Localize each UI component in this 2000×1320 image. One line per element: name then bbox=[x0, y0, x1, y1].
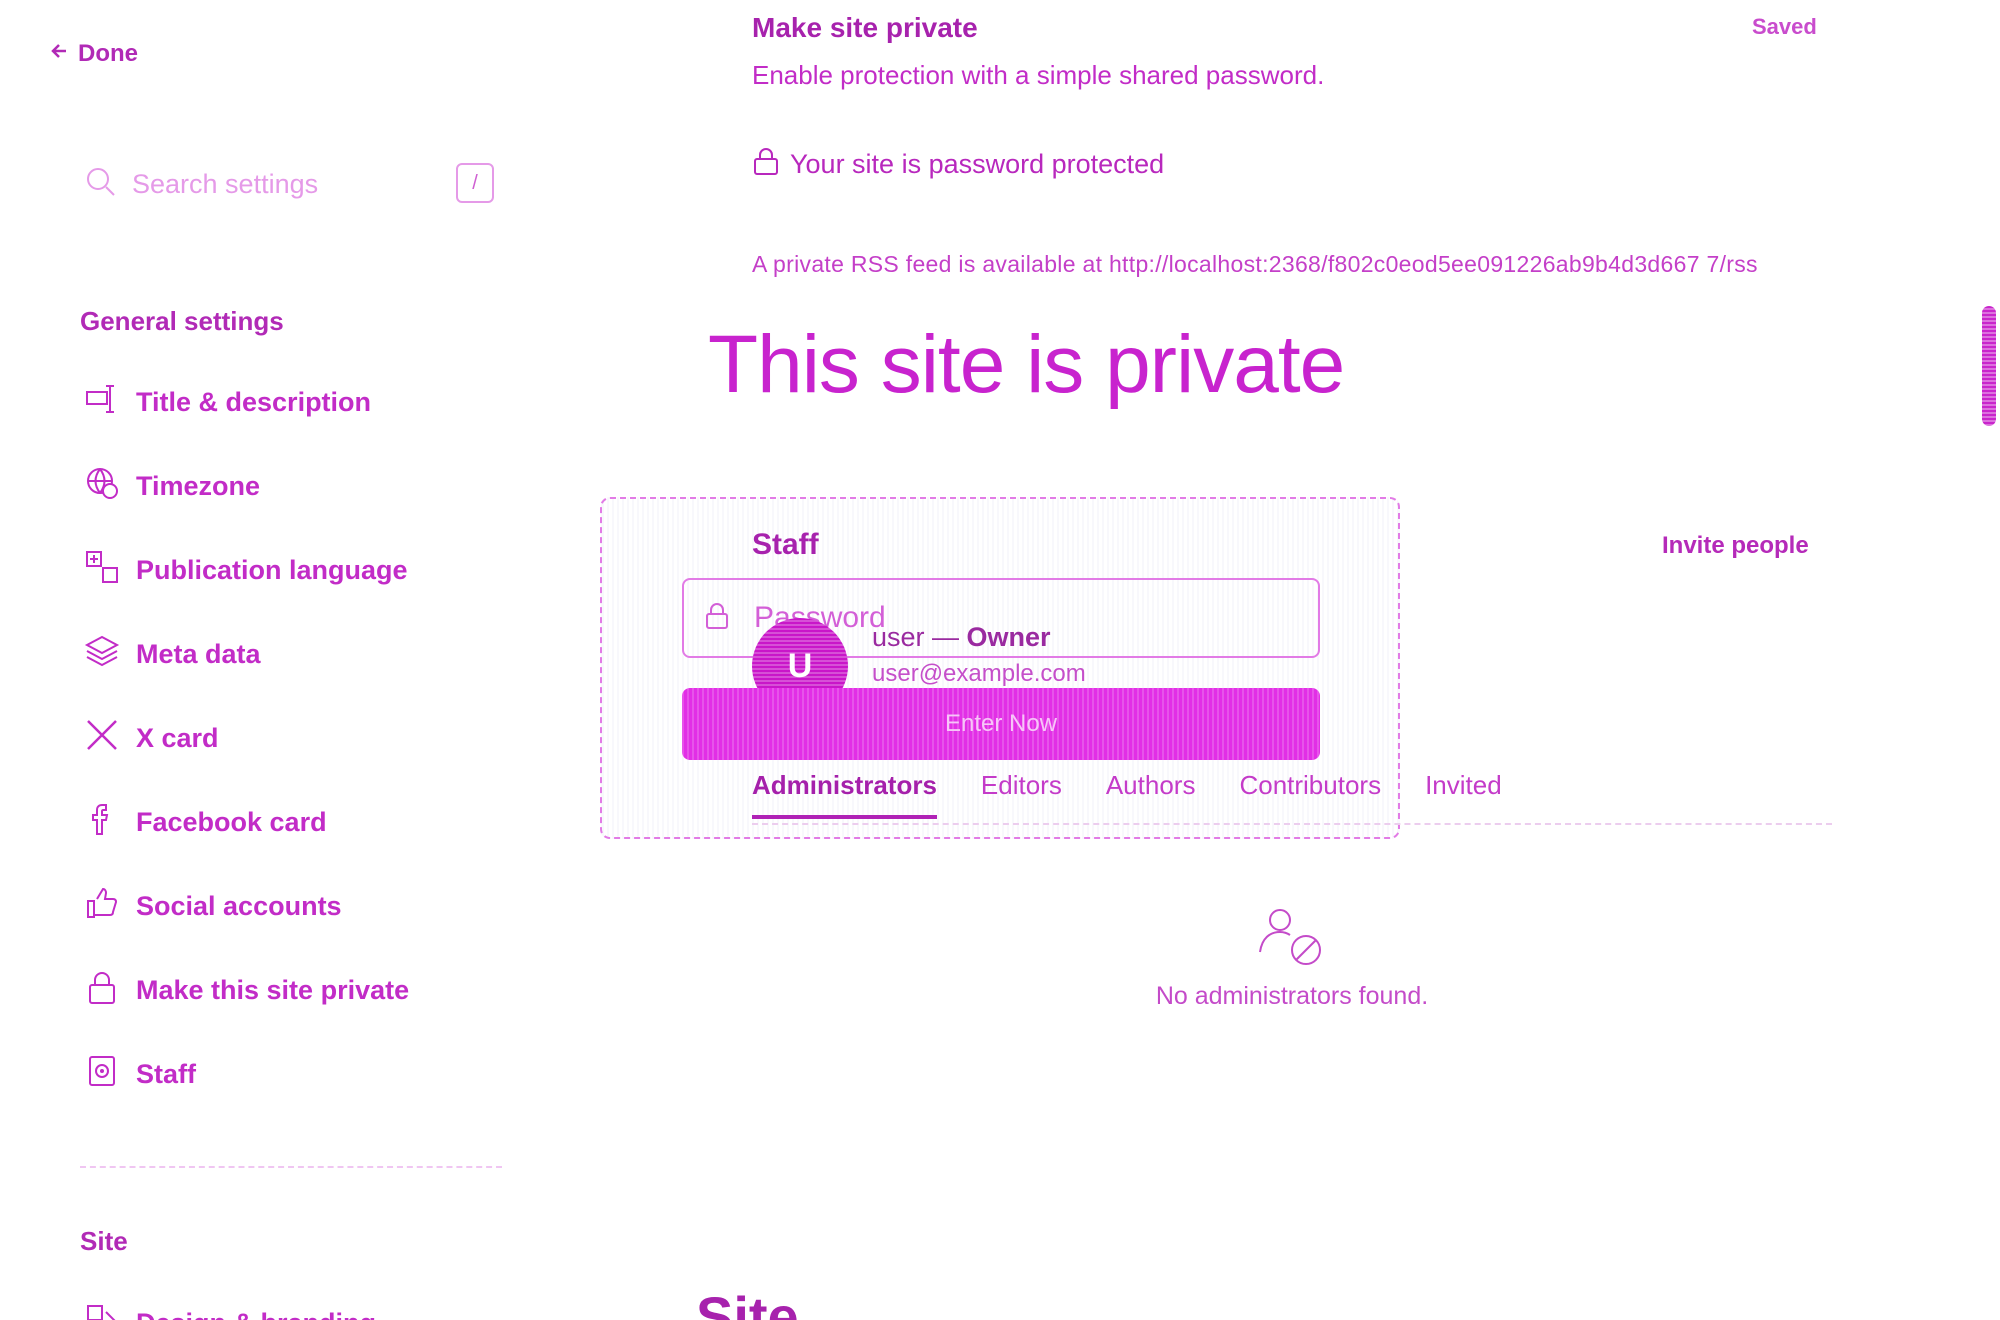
sidebar-item-label: Social accounts bbox=[136, 890, 342, 921]
search-input[interactable]: Search settings bbox=[84, 156, 504, 212]
sidebar-item-label: X card bbox=[136, 722, 219, 753]
design-icon bbox=[84, 1302, 120, 1320]
sidebar-item-label: Timezone bbox=[136, 470, 261, 501]
staff-badge-icon bbox=[84, 1053, 120, 1096]
sidebar-item-label: Title & description bbox=[136, 386, 372, 417]
sidebar-divider bbox=[80, 1166, 502, 1168]
lock-icon bbox=[752, 146, 780, 183]
owner-name-line[interactable]: user — Owner bbox=[872, 622, 1051, 653]
tab-contributors[interactable]: Contributors bbox=[1239, 770, 1381, 819]
sidebar-item-publication-language[interactable]: Publication language bbox=[84, 528, 409, 612]
site-section-title: Site bbox=[80, 1226, 128, 1256]
empty-state-text: No administrators found. bbox=[1155, 982, 1429, 1010]
sidebar-item-label: Meta data bbox=[136, 638, 261, 669]
make-private-title: Make site private bbox=[752, 12, 978, 43]
sidebar-item-staff[interactable]: Staff bbox=[84, 1032, 409, 1116]
no-users-icon bbox=[1256, 904, 1328, 976]
owner-role: Owner bbox=[966, 622, 1051, 652]
globe-clock-icon bbox=[84, 465, 120, 508]
site-section-heading: Site bbox=[696, 1285, 799, 1320]
settings-page: Done Search settings / General settings … bbox=[0, 0, 2000, 1320]
sidebar-item-timezone[interactable]: Timezone bbox=[84, 444, 409, 528]
staff-tabs: Administrators Editors Authors Contribut… bbox=[752, 770, 1502, 819]
owner-name: user bbox=[872, 622, 925, 652]
tab-administrators[interactable]: Administrators bbox=[752, 770, 937, 819]
search-placeholder: Search settings bbox=[132, 168, 319, 199]
thumbs-up-icon bbox=[84, 885, 120, 928]
owner-email: user@example.com bbox=[872, 660, 1086, 687]
sidebar-item-label: Facebook card bbox=[136, 806, 327, 837]
sidebar-item-facebook-card[interactable]: Facebook card bbox=[84, 780, 409, 864]
password-protected-text: Your site is password protected bbox=[790, 149, 1165, 179]
sidebar-item-make-private[interactable]: Make this site private bbox=[84, 948, 409, 1032]
sidebar-item-label: Publication language bbox=[136, 554, 408, 585]
sidebar-nav: Title & description Timezone Publication… bbox=[84, 360, 409, 1116]
sidebar-item-social-accounts[interactable]: Social accounts bbox=[84, 864, 409, 948]
private-site-heading: This site is private bbox=[708, 319, 1345, 410]
password-protected-status: Your site is password protected bbox=[752, 146, 1164, 183]
scrollbar[interactable] bbox=[1982, 306, 1996, 426]
done-label: Done bbox=[78, 40, 138, 67]
rss-feed-text: A private RSS feed is available at http:… bbox=[752, 251, 1758, 277]
layers-icon bbox=[84, 633, 120, 676]
sidebar-item-label: Staff bbox=[136, 1058, 196, 1089]
search-icon bbox=[84, 165, 118, 204]
tab-editors[interactable]: Editors bbox=[981, 770, 1062, 819]
sidebar-item-title-description[interactable]: Title & description bbox=[84, 360, 409, 444]
sidebar-item-x-card[interactable]: X card bbox=[84, 696, 409, 780]
enter-now-button[interactable]: Enter Now bbox=[682, 688, 1320, 760]
tab-invited[interactable]: Invited bbox=[1425, 770, 1502, 819]
facebook-icon bbox=[84, 801, 120, 844]
owner-separator: — bbox=[924, 622, 967, 652]
general-settings-title: General settings bbox=[80, 306, 284, 336]
sidebar-item-label: Design & branding bbox=[136, 1308, 376, 1320]
staff-title: Staff bbox=[752, 528, 819, 561]
sidebar-item-meta-data[interactable]: Meta data bbox=[84, 612, 409, 696]
saved-status: Saved bbox=[1752, 14, 1817, 39]
lock-icon bbox=[84, 969, 120, 1012]
tab-authors[interactable]: Authors bbox=[1106, 770, 1196, 819]
arrow-left-icon bbox=[50, 40, 70, 68]
language-icon bbox=[84, 549, 120, 592]
sidebar-item-label: Make this site private bbox=[136, 974, 410, 1005]
lock-icon bbox=[704, 602, 730, 635]
sidebar-item-design-branding[interactable]: Design & branding bbox=[84, 1302, 376, 1320]
make-private-description: Enable protection with a simple shared p… bbox=[752, 60, 1325, 90]
done-link[interactable]: Done bbox=[50, 40, 138, 68]
invite-people-button[interactable]: Invite people bbox=[1662, 532, 1809, 560]
title-description-icon bbox=[84, 381, 120, 424]
search-shortcut-badge: / bbox=[456, 163, 494, 203]
tabs-divider bbox=[752, 823, 1832, 825]
x-logo-icon bbox=[84, 717, 120, 760]
